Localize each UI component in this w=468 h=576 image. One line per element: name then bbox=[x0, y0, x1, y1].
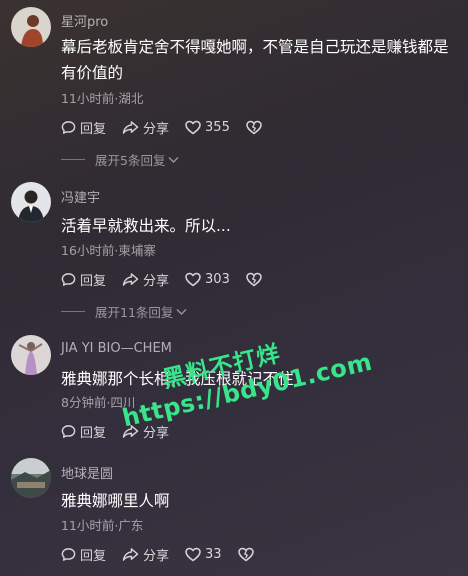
divider-line bbox=[61, 311, 85, 312]
expand-replies-label: 展开11条回复 bbox=[95, 305, 174, 320]
reply-label: 回复 bbox=[80, 121, 107, 137]
share-arrow-icon bbox=[122, 120, 139, 134]
share-arrow-icon bbox=[122, 272, 139, 286]
comment-meta: 8分钟前·四川 bbox=[61, 395, 136, 410]
dislike-button[interactable] bbox=[246, 120, 266, 135]
comment-bubble-icon bbox=[61, 424, 76, 438]
comment-meta: 11小时前·湖北 bbox=[61, 91, 144, 106]
like-count: 303 bbox=[205, 271, 230, 287]
dislike-button[interactable] bbox=[237, 547, 258, 562]
share-button[interactable]: 分享 bbox=[122, 545, 169, 564]
reply-label: 回复 bbox=[80, 273, 107, 289]
like-count: 355 bbox=[205, 119, 230, 135]
broken-heart-icon bbox=[237, 547, 254, 561]
comment-bubble-icon bbox=[61, 547, 76, 561]
divider-line bbox=[61, 159, 85, 160]
comment-bubble-icon bbox=[61, 272, 76, 286]
comment-text: 活着早就救出来。所以... bbox=[61, 217, 231, 235]
comment-actions: 回复 分享 355 bbox=[61, 118, 282, 137]
chevron-down-icon bbox=[176, 308, 187, 315]
chevron-down-icon bbox=[168, 156, 179, 163]
broken-heart-icon bbox=[246, 272, 262, 286]
broken-heart-icon bbox=[246, 120, 262, 134]
share-label: 分享 bbox=[143, 548, 170, 564]
comment-actions: 回复 分享 bbox=[61, 422, 185, 441]
reply-label: 回复 bbox=[80, 548, 107, 564]
share-label: 分享 bbox=[143, 121, 170, 137]
share-arrow-icon bbox=[122, 424, 139, 438]
comment-actions: 回复 分享 33 bbox=[61, 545, 274, 564]
avatar[interactable] bbox=[11, 335, 51, 375]
avatar[interactable] bbox=[11, 458, 51, 498]
like-button[interactable]: 33 bbox=[185, 547, 222, 562]
comment-username[interactable]: JIA YI BIO—CHEM bbox=[61, 341, 172, 356]
like-count: 33 bbox=[205, 546, 222, 562]
like-button[interactable]: 303 bbox=[185, 272, 230, 287]
avatar[interactable] bbox=[11, 182, 51, 222]
heart-icon bbox=[185, 547, 201, 561]
avatar[interactable] bbox=[11, 7, 51, 47]
reply-button[interactable]: 回复 bbox=[61, 118, 106, 137]
comment-username[interactable]: 星河pro bbox=[61, 11, 108, 30]
comment-actions: 回复 分享 303 bbox=[61, 270, 282, 289]
expand-replies[interactable]: 展开11条回复 bbox=[61, 302, 187, 321]
reply-button[interactable]: 回复 bbox=[61, 270, 106, 289]
share-button[interactable]: 分享 bbox=[122, 422, 169, 441]
heart-icon bbox=[185, 120, 201, 134]
share-button[interactable]: 分享 bbox=[122, 118, 169, 137]
heart-icon bbox=[185, 272, 201, 286]
comment-username[interactable]: 冯建宇 bbox=[61, 187, 100, 206]
reply-button[interactable]: 回复 bbox=[61, 422, 106, 441]
expand-replies[interactable]: 展开5条回复 bbox=[61, 150, 179, 169]
share-label: 分享 bbox=[143, 425, 170, 441]
comment-meta: 16小时前·柬埔寨 bbox=[61, 243, 156, 258]
reply-label: 回复 bbox=[80, 425, 107, 441]
share-label: 分享 bbox=[143, 273, 170, 289]
share-arrow-icon bbox=[122, 547, 139, 561]
comment-meta: 11小时前·广东 bbox=[61, 518, 144, 533]
comment-bubble-icon bbox=[61, 120, 76, 134]
like-button[interactable]: 355 bbox=[185, 120, 230, 135]
dislike-button[interactable] bbox=[246, 272, 266, 287]
comment-username[interactable]: 地球是圆 bbox=[61, 463, 113, 482]
expand-replies-label: 展开5条回复 bbox=[95, 153, 166, 168]
comment-text: 幕后老板肯定舍不得嘎她啊，不管是自己玩还是赚钱都是有价值的 bbox=[61, 38, 449, 82]
comment-text: 雅典娜那个长相，我压根就记不住 bbox=[61, 370, 294, 388]
reply-button[interactable]: 回复 bbox=[61, 545, 106, 564]
comment-text: 雅典娜哪里人啊 bbox=[61, 492, 170, 510]
share-button[interactable]: 分享 bbox=[122, 270, 169, 289]
